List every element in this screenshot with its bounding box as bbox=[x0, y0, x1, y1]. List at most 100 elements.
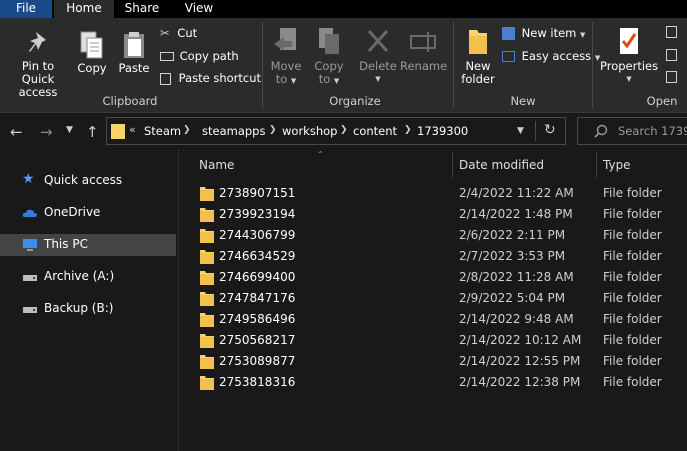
pane-divider[interactable] bbox=[178, 149, 179, 451]
file-row[interactable]: 2746699400 2/8/2022 11:28 AM File folder bbox=[190, 267, 687, 288]
tab-view[interactable]: View bbox=[170, 0, 228, 18]
file-name: 2744306799 bbox=[219, 228, 296, 242]
ribbon-tabs: File Home Share View bbox=[0, 0, 687, 18]
paste-shortcut-button[interactable]: Paste shortcut bbox=[160, 71, 261, 85]
file-row[interactable]: 2749586496 2/14/2022 9:48 AM File folder bbox=[190, 309, 687, 330]
cloud-icon bbox=[22, 209, 37, 217]
new-folder-icon bbox=[469, 30, 487, 54]
rename-button[interactable]: Rename bbox=[400, 26, 447, 73]
nav-item-label: Backup (B:) bbox=[44, 301, 114, 315]
file-date-modified: 2/14/2022 12:55 PM bbox=[459, 354, 581, 368]
paste-button[interactable]: Paste bbox=[114, 30, 154, 75]
nav-item-backup[interactable]: Backup (B:) bbox=[0, 298, 176, 320]
file-type: File folder bbox=[603, 354, 662, 368]
breadcrumb-steamapps[interactable]: steamapps bbox=[202, 124, 265, 138]
folder-icon bbox=[111, 124, 125, 139]
delete-icon bbox=[367, 29, 389, 53]
new-group-label: New bbox=[510, 94, 536, 108]
file-date-modified: 2/14/2022 12:38 PM bbox=[459, 375, 581, 389]
file-date-modified: 2/4/2022 11:22 AM bbox=[459, 186, 574, 200]
copy-path-button[interactable]: Copy path bbox=[160, 49, 239, 63]
breadcrumb-separator-icon[interactable]: ❯ bbox=[269, 125, 277, 135]
computer-icon bbox=[23, 239, 37, 251]
edit-icon[interactable] bbox=[666, 49, 677, 64]
properties-label: Properties bbox=[600, 59, 659, 73]
breadcrumb-steam[interactable]: Steam bbox=[144, 124, 181, 138]
breadcrumb-workshop[interactable]: workshop bbox=[282, 124, 337, 138]
tab-share[interactable]: Share bbox=[114, 0, 170, 18]
file-row[interactable]: 2739923194 2/14/2022 1:48 PM File folder bbox=[190, 204, 687, 225]
address-bar[interactable]: « Steam ❯ steamapps ❯ workshop ❯ content… bbox=[106, 117, 566, 145]
cut-button[interactable]: ✂ Cut bbox=[160, 26, 197, 40]
refresh-icon[interactable]: ↻ bbox=[544, 122, 556, 138]
copy-icon bbox=[80, 31, 103, 59]
nav-item-this-pc[interactable]: This PC bbox=[0, 234, 176, 256]
file-row[interactable]: 2753089877 2/14/2022 12:55 PM File folder bbox=[190, 351, 687, 372]
breadcrumb-1739300[interactable]: 1739300 bbox=[417, 124, 468, 138]
organize-group-label: Organize bbox=[329, 94, 381, 108]
up-arrow-icon[interactable]: ↑ bbox=[86, 123, 99, 141]
paste-icon bbox=[124, 32, 144, 58]
paste-shortcut-icon bbox=[160, 72, 171, 85]
file-row[interactable]: 2753818316 2/14/2022 12:38 PM File folder bbox=[190, 372, 687, 393]
recent-locations-chevron-icon[interactable]: ▼ bbox=[66, 125, 73, 135]
copy-to-button[interactable]: Copy to ▼ bbox=[310, 26, 348, 88]
pin-label-line1: Pin to Quick bbox=[21, 59, 55, 86]
new-item-icon bbox=[502, 27, 515, 40]
properties-button[interactable]: Properties ▼ bbox=[600, 26, 658, 86]
move-to-button[interactable]: Move to ▼ bbox=[268, 26, 304, 88]
copy-button[interactable]: Copy bbox=[74, 30, 110, 75]
file-name: 2749586496 bbox=[219, 312, 296, 326]
file-row[interactable]: 2750568217 2/14/2022 10:12 AM File folder bbox=[190, 330, 687, 351]
file-name: 2738907151 bbox=[219, 186, 296, 200]
easy-access-label: Easy access bbox=[521, 49, 592, 63]
file-row[interactable]: 2738907151 2/4/2022 11:22 AM File folder bbox=[190, 183, 687, 204]
folder-icon bbox=[200, 270, 214, 285]
folder-icon bbox=[200, 207, 214, 222]
tab-file[interactable]: File bbox=[0, 0, 52, 18]
overflow-chevron-icon[interactable]: « bbox=[129, 123, 136, 136]
nav-item-quick-access[interactable]: ★ Quick access bbox=[0, 170, 176, 192]
nav-item-onedrive[interactable]: OneDrive bbox=[0, 202, 176, 224]
star-icon: ★ bbox=[22, 171, 35, 187]
copy-path-label: Copy path bbox=[179, 49, 239, 63]
easy-access-button[interactable]: Easy access ▼ bbox=[502, 49, 600, 65]
open-group-label: Open bbox=[646, 94, 678, 108]
file-row[interactable]: 2746634529 2/7/2022 3:53 PM File folder bbox=[190, 246, 687, 267]
column-divider[interactable] bbox=[452, 152, 453, 178]
breadcrumb-separator-icon[interactable]: ❯ bbox=[183, 125, 191, 135]
ribbon-group-divider bbox=[453, 22, 454, 108]
rename-icon bbox=[410, 32, 436, 52]
file-type: File folder bbox=[603, 207, 662, 221]
new-item-button[interactable]: New item ▼ bbox=[502, 26, 585, 42]
folder-icon bbox=[200, 186, 214, 201]
forward-arrow-icon[interactable]: → bbox=[40, 123, 53, 141]
file-type: File folder bbox=[603, 375, 662, 389]
nav-item-archive[interactable]: Archive (A:) bbox=[0, 266, 176, 288]
search-placeholder: Search 17393 bbox=[618, 124, 687, 138]
column-divider[interactable] bbox=[596, 152, 597, 178]
search-box[interactable]: Search 17393 bbox=[577, 117, 687, 145]
pin-to-quick-access-button[interactable]: Pin to Quick access bbox=[4, 30, 72, 99]
chevron-down-icon: ▼ bbox=[290, 77, 297, 85]
tab-home[interactable]: Home bbox=[54, 0, 114, 18]
address-history-chevron-icon[interactable]: ▼ bbox=[517, 126, 524, 136]
copy-label: Copy bbox=[77, 61, 107, 75]
file-row[interactable]: 2747847176 2/9/2022 5:04 PM File folder bbox=[190, 288, 687, 309]
easy-access-icon bbox=[502, 51, 515, 62]
folder-icon bbox=[200, 249, 214, 264]
delete-button[interactable]: Delete ▼ bbox=[358, 26, 398, 86]
back-arrow-icon[interactable]: ← bbox=[10, 123, 23, 141]
file-name: 2746699400 bbox=[219, 270, 296, 284]
nav-item-label: This PC bbox=[44, 237, 88, 251]
open-icon[interactable] bbox=[666, 26, 677, 41]
breadcrumb-separator-icon[interactable]: ❯ bbox=[404, 125, 412, 135]
folder-icon bbox=[200, 354, 214, 369]
breadcrumb-separator-icon[interactable]: ❯ bbox=[340, 125, 348, 135]
file-row[interactable]: 2744306799 2/6/2022 2:11 PM File folder bbox=[190, 225, 687, 246]
pin-icon bbox=[29, 32, 46, 52]
history-icon[interactable] bbox=[666, 71, 677, 86]
file-date-modified: 2/8/2022 11:28 AM bbox=[459, 270, 574, 284]
new-folder-button[interactable]: New folder bbox=[458, 26, 498, 86]
breadcrumb-content[interactable]: content bbox=[353, 124, 397, 138]
